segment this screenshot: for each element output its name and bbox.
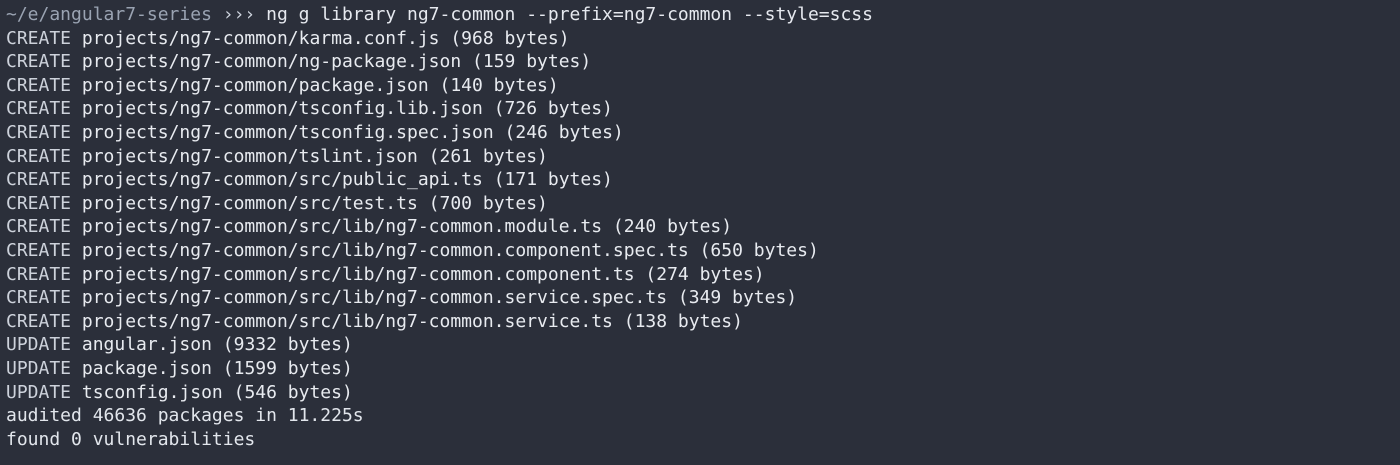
output-size: (159 bytes): [472, 51, 592, 73]
output-path: angular.json: [81, 334, 212, 356]
output-size: (700 bytes): [428, 192, 548, 214]
output-line: CREATE projects/ng7-common/src/public_ap…: [6, 168, 1400, 192]
output-path: projects/ng7-common/tsconfig.lib.json: [81, 98, 483, 120]
output-path: projects/ng7-common/src/test.ts: [81, 192, 418, 214]
output-path: projects/ng7-common/src/lib/ng7-common.c…: [81, 239, 689, 261]
output-size: (246 bytes): [504, 121, 624, 143]
output-line: CREATE projects/ng7-common/src/lib/ng7-c…: [6, 215, 1400, 239]
output-path: projects/ng7-common/src/lib/ng7-common.s…: [81, 287, 668, 309]
output-line: UPDATE tsconfig.json (546 bytes): [6, 381, 1400, 405]
output-size: (171 bytes): [493, 169, 613, 191]
output-action: CREATE: [6, 192, 72, 214]
prompt-path: ~/e/angular7-series: [6, 4, 212, 25]
output-size: (9332 bytes): [222, 334, 353, 356]
output-action: UPDATE: [6, 334, 72, 356]
output-path: projects/ng7-common/src/lib/ng7-common.s…: [81, 310, 613, 332]
output-line: CREATE projects/ng7-common/src/lib/ng7-c…: [6, 286, 1400, 310]
output-size: (274 bytes): [645, 263, 765, 285]
output-action: CREATE: [6, 216, 72, 238]
output-path: projects/ng7-common/tsconfig.spec.json: [81, 121, 494, 143]
output-size: (546 bytes): [233, 381, 353, 403]
output-line: CREATE projects/ng7-common/tsconfig.lib.…: [6, 97, 1400, 121]
output-line: CREATE projects/ng7-common/src/lib/ng7-c…: [6, 263, 1400, 287]
output-line: CREATE projects/ng7-common/src/test.ts (…: [6, 192, 1400, 216]
output-size: (140 bytes): [439, 74, 559, 96]
output-path: projects/ng7-common/src/public_api.ts: [81, 169, 483, 191]
output-action: CREATE: [6, 239, 72, 261]
audit-summary-line: audited 46636 packages in 11.225s: [6, 405, 364, 427]
output-action: CREATE: [6, 51, 72, 73]
output-path: package.json: [81, 357, 212, 379]
output-size: (138 bytes): [623, 310, 743, 332]
output-action: CREATE: [6, 27, 72, 49]
output-size: (349 bytes): [677, 287, 798, 309]
output-action: CREATE: [6, 287, 72, 309]
output-path: projects/ng7-common/src/lib/ng7-common.m…: [81, 216, 603, 238]
output-path: projects/ng7-common/tslint.json: [81, 145, 418, 167]
output-line: CREATE projects/ng7-common/tsconfig.spec…: [6, 121, 1400, 145]
output-action: UPDATE: [6, 381, 72, 403]
output-action: CREATE: [6, 121, 72, 143]
prompt-line: ~/e/angular7-series ››› ng g library ng7…: [6, 3, 1400, 27]
output-size: (240 bytes): [612, 216, 733, 238]
output-action: CREATE: [6, 98, 72, 120]
output-action: CREATE: [6, 169, 72, 191]
output-line: UPDATE angular.json (9332 bytes): [6, 333, 1400, 357]
output-size: (726 bytes): [493, 98, 613, 120]
output-line: CREATE projects/ng7-common/package.json …: [6, 74, 1400, 98]
output-size: (650 bytes): [699, 239, 819, 261]
output-action: CREATE: [6, 310, 72, 332]
output-line: CREATE projects/ng7-common/ng-package.js…: [6, 50, 1400, 74]
output-path: projects/ng7-common/ng-package.json: [81, 51, 462, 73]
output-line: UPDATE package.json (1599 bytes): [6, 357, 1400, 381]
output-path: tsconfig.json: [81, 381, 223, 403]
vulnerabilities-line: found 0 vulnerabilities: [6, 428, 256, 450]
output-size: (968 bytes): [450, 27, 570, 49]
output-path: projects/ng7-common/src/lib/ng7-common.c…: [81, 263, 635, 285]
output-size: (1599 bytes): [222, 357, 353, 379]
output-line: CREATE projects/ng7-common/karma.conf.js…: [6, 27, 1400, 51]
output-action: UPDATE: [6, 357, 72, 379]
output-line: CREATE projects/ng7-common/tslint.json (…: [6, 145, 1400, 169]
output-action: CREATE: [6, 74, 72, 96]
output-line: CREATE projects/ng7-common/src/lib/ng7-c…: [6, 239, 1400, 263]
prompt-arrows: ›››: [222, 4, 256, 25]
output-action: CREATE: [6, 145, 72, 167]
output-path: projects/ng7-common/karma.conf.js: [81, 27, 440, 49]
output-size: (261 bytes): [428, 145, 548, 167]
output-action: CREATE: [6, 263, 72, 285]
command-text: ng g library ng7-common --prefix=ng7-com…: [266, 4, 873, 25]
terminal-window[interactable]: ~/e/angular7-series ››› ng g library ng7…: [0, 0, 1400, 465]
output-line: CREATE projects/ng7-common/src/lib/ng7-c…: [6, 310, 1400, 334]
output-path: projects/ng7-common/package.json: [81, 74, 429, 96]
